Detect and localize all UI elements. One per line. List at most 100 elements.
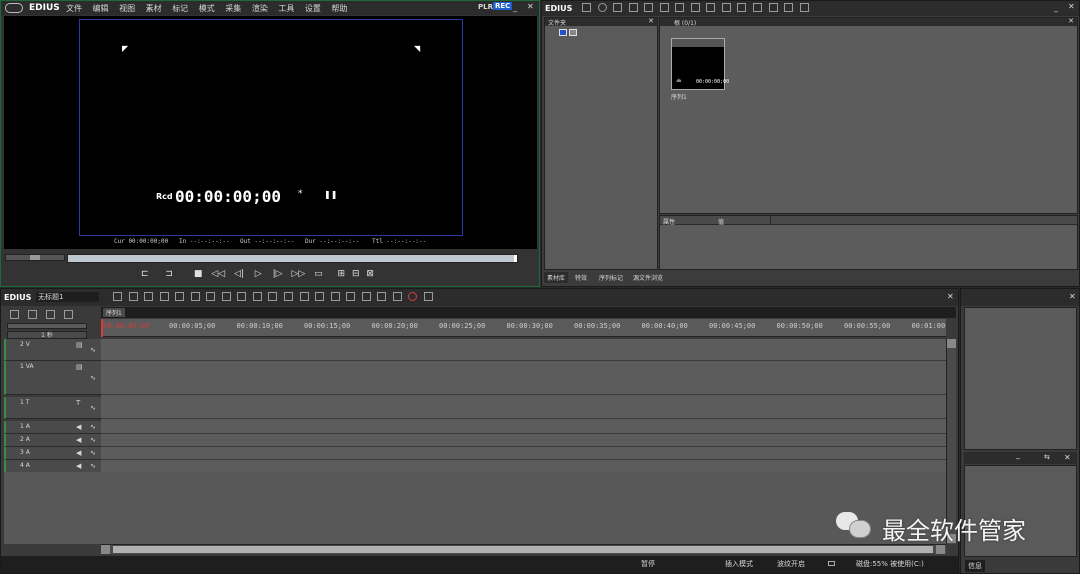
ripple-delete-icon[interactable]: [252, 292, 262, 301]
info-close-icon[interactable]: ✕: [1064, 453, 1071, 462]
folder-icon[interactable]: [582, 3, 591, 12]
speaker-icon[interactable]: ◀: [76, 449, 81, 457]
voiceover-icon[interactable]: [346, 292, 356, 301]
insert-to-timeline-icon[interactable]: ⊞: [338, 269, 346, 279]
root-folder-icon[interactable]: [559, 29, 567, 36]
set-in-icon[interactable]: ⊏: [141, 269, 149, 279]
track-header[interactable]: 1 A ◀ ∿: [4, 421, 101, 434]
track-header[interactable]: 2 V ▤ ∿: [4, 339, 101, 361]
scroll-right-icon[interactable]: [936, 545, 945, 554]
undo-icon[interactable]: [268, 292, 278, 301]
menu-view[interactable]: 视图: [119, 4, 135, 13]
menu-capture[interactable]: 采集: [225, 4, 241, 13]
info-minimize-icon[interactable]: _: [1016, 450, 1020, 459]
track-lane[interactable]: [101, 434, 946, 447]
delete-icon[interactable]: [237, 292, 247, 301]
track-mode-icon[interactable]: [10, 310, 19, 319]
view-mode-icon[interactable]: [784, 3, 794, 12]
shuttle-slider[interactable]: [5, 254, 65, 261]
stop-icon[interactable]: ■: [194, 269, 203, 279]
copy-icon[interactable]: [690, 3, 700, 12]
track-icon[interactable]: ▤: [76, 341, 83, 349]
rewind-icon[interactable]: ◁◁: [211, 269, 225, 279]
color-bar-icon[interactable]: [659, 3, 669, 12]
title-icon[interactable]: [644, 3, 654, 12]
right-panel-close-icon[interactable]: ✕: [1069, 292, 1076, 301]
shuttle-handle[interactable]: [30, 255, 40, 260]
play-icon[interactable]: ▷: [255, 269, 262, 279]
close-icon[interactable]: ✕: [527, 2, 534, 11]
up-folder-icon[interactable]: [613, 3, 623, 12]
bin-window-icon[interactable]: [799, 3, 809, 12]
rec-mode-button[interactable]: REC: [493, 2, 513, 10]
waveform-toggle-icon[interactable]: ∿: [90, 436, 96, 444]
track-lane[interactable]: [101, 447, 946, 460]
waveform-toggle-icon[interactable]: ∿: [90, 423, 96, 431]
menu-edit[interactable]: 编辑: [93, 4, 109, 13]
menu-render[interactable]: 渲染: [252, 4, 268, 13]
cut-icon[interactable]: [675, 3, 685, 12]
redo-icon[interactable]: [284, 292, 294, 301]
track-lane[interactable]: [101, 339, 946, 361]
tab-sequence-marker[interactable]: 序列标记: [596, 272, 626, 283]
zoom-slider[interactable]: [7, 323, 87, 329]
render-icon[interactable]: [361, 292, 371, 301]
track-lane[interactable]: [101, 361, 946, 395]
new-icon[interactable]: [113, 292, 122, 301]
menu-file[interactable]: 文件: [66, 4, 82, 13]
folder-pane-close-icon[interactable]: ✕: [648, 17, 654, 25]
scroll-left-icon[interactable]: [101, 545, 110, 554]
horizontal-scrollbar[interactable]: [101, 544, 946, 554]
root-folder-item-icon[interactable]: [569, 29, 577, 36]
save-icon[interactable]: [144, 292, 154, 301]
playhead-icon[interactable]: [101, 319, 103, 337]
waveform-toggle-icon[interactable]: ∿: [90, 346, 96, 354]
mixer-icon[interactable]: [392, 292, 402, 301]
speaker-icon[interactable]: ◀: [76, 423, 81, 431]
scale-selector[interactable]: 1 秒: [7, 331, 87, 339]
step-back-icon[interactable]: ◁|: [234, 269, 244, 279]
search-icon[interactable]: [597, 3, 607, 12]
position-slider[interactable]: [67, 254, 518, 263]
info-pin-icon[interactable]: ⇆: [1044, 453, 1050, 461]
menu-mode[interactable]: 模式: [199, 4, 215, 13]
menu-tools[interactable]: 工具: [278, 4, 294, 13]
status-ripple[interactable]: 波纹开启: [777, 559, 805, 569]
delete-icon[interactable]: [753, 3, 763, 12]
speaker-icon[interactable]: ◀: [76, 436, 81, 444]
add-clip-icon[interactable]: [628, 3, 638, 12]
tab-source-browser[interactable]: 源文件浏览: [630, 272, 666, 283]
menu-settings[interactable]: 设置: [305, 4, 321, 13]
time-ruler[interactable]: 00:00:00;00 00:00:05;00 00:00:10;00 00:00:…: [101, 319, 946, 337]
track-header[interactable]: 2 A ◀ ∿: [4, 434, 101, 447]
speaker-icon[interactable]: ◀: [76, 462, 81, 470]
storyboard-icon[interactable]: [377, 292, 387, 301]
undo-list-icon[interactable]: [159, 292, 169, 301]
track-icon[interactable]: ▤: [76, 363, 83, 371]
timeline-close-icon[interactable]: ✕: [947, 292, 954, 301]
track-area[interactable]: [101, 339, 946, 473]
track-header[interactable]: 3 A ◀ ∿: [4, 447, 101, 460]
set-out-icon[interactable]: ⊐: [165, 269, 173, 279]
menu-help[interactable]: 帮助: [331, 4, 347, 13]
snap-icon[interactable]: [315, 292, 325, 301]
clip-thumbnail[interactable]: ≐ 00:00:00;00: [671, 38, 729, 90]
loop-icon[interactable]: ▭: [314, 269, 323, 279]
add-transition-icon[interactable]: [299, 292, 309, 301]
clip-pane-close-icon[interactable]: ✕: [1068, 17, 1074, 25]
tab-sequence-1[interactable]: 序列1: [103, 308, 125, 317]
track-group-icon[interactable]: [64, 310, 73, 319]
tab-bin[interactable]: 素材库: [544, 272, 569, 283]
open-icon[interactable]: [128, 292, 138, 301]
menu-clip[interactable]: 素材: [146, 4, 162, 13]
status-monitor-icon[interactable]: [828, 561, 835, 566]
position-handle[interactable]: [514, 255, 517, 262]
overwrite-to-timeline-icon[interactable]: ⊟: [352, 269, 360, 279]
match-frame-icon[interactable]: ⊠: [366, 269, 374, 279]
cut-icon[interactable]: [175, 292, 185, 301]
plr-mode-button[interactable]: PLR: [478, 3, 493, 11]
track-lane[interactable]: [101, 421, 946, 434]
waveform-toggle-icon[interactable]: ∿: [90, 374, 96, 382]
waveform-toggle-icon[interactable]: ∿: [90, 462, 96, 470]
title-track-icon[interactable]: T: [76, 399, 80, 407]
